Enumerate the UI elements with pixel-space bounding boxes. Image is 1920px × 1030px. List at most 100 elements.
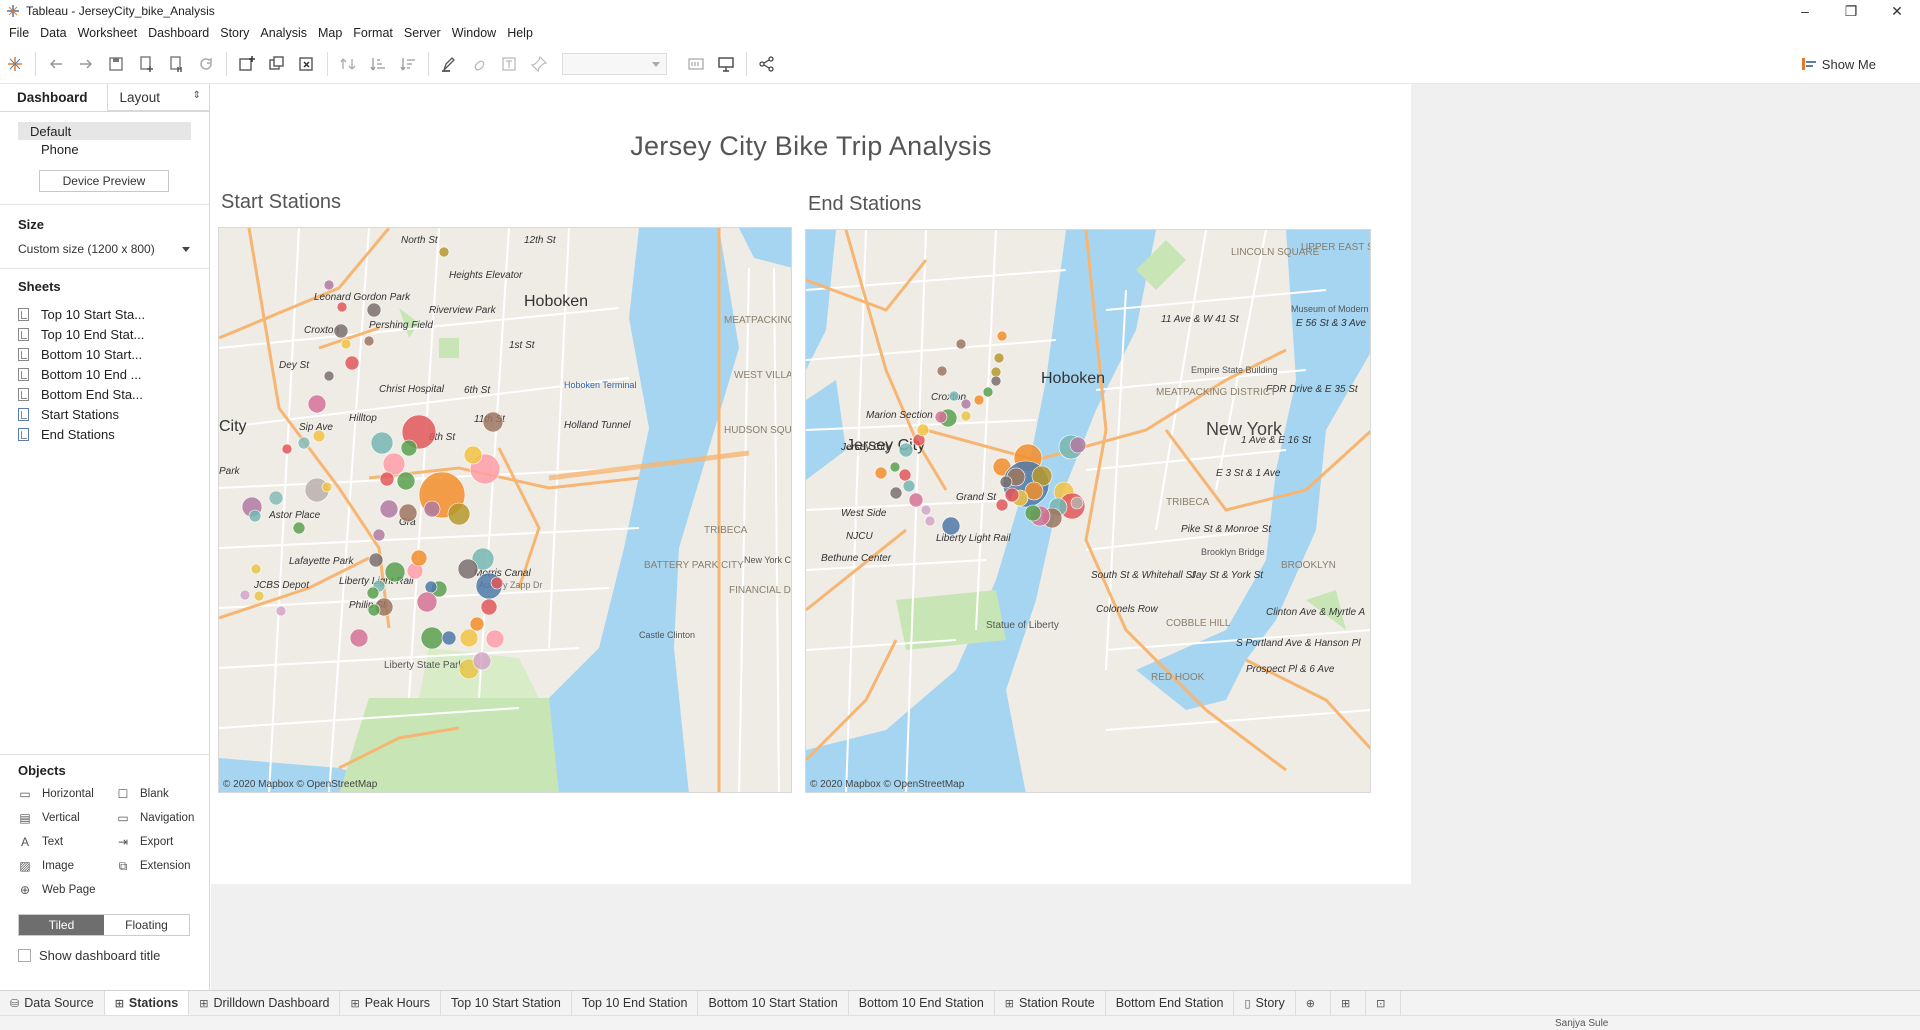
floating-button[interactable]: Floating	[104, 915, 189, 935]
station-bubble[interactable]	[340, 338, 352, 350]
station-bubble[interactable]	[920, 504, 932, 516]
station-bubble[interactable]	[379, 471, 395, 487]
station-bubble[interactable]	[898, 442, 914, 458]
station-bubble[interactable]	[253, 590, 265, 602]
station-bubble[interactable]	[472, 651, 492, 671]
station-bubble[interactable]	[973, 394, 985, 406]
presentation-icon[interactable]	[711, 49, 741, 79]
status-user[interactable]: Sanjya Sule	[1555, 1018, 1608, 1029]
menu-map[interactable]: Map	[313, 26, 348, 40]
save-icon[interactable]	[101, 49, 131, 79]
sheet-item[interactable]: End Stations	[18, 424, 209, 444]
station-bubble[interactable]	[344, 355, 360, 371]
sort-desc-icon[interactable]	[393, 49, 423, 79]
tab-top-10-start-station[interactable]: Top 10 Start Station	[441, 990, 572, 1016]
station-bubble[interactable]	[447, 502, 471, 526]
object-vertical[interactable]: ▤ Vertical	[18, 808, 116, 828]
station-bubble[interactable]	[239, 589, 251, 601]
station-bubble[interactable]	[457, 558, 479, 580]
station-bubble[interactable]	[366, 586, 380, 600]
duplicate-icon[interactable]	[262, 49, 292, 79]
station-bubble[interactable]	[463, 445, 483, 465]
station-bubble[interactable]	[333, 323, 349, 339]
pause-updates-icon[interactable]	[161, 49, 191, 79]
show-dashboard-title-option[interactable]: Show dashboard title	[18, 948, 210, 963]
tab-stations[interactable]: ⊞ Stations	[104, 990, 190, 1016]
object-image[interactable]: ▨ Image	[18, 856, 116, 876]
menu-dashboard[interactable]: Dashboard	[143, 26, 215, 40]
object-blank[interactable]: ☐ Blank	[116, 784, 214, 804]
redo-icon[interactable]	[71, 49, 101, 79]
station-bubble[interactable]	[1069, 436, 1087, 454]
sort-asc-icon[interactable]	[363, 49, 393, 79]
station-bubble[interactable]	[996, 330, 1008, 342]
group-icon[interactable]	[464, 49, 494, 79]
station-bubble[interactable]	[469, 616, 485, 632]
station-bubble[interactable]	[382, 452, 406, 476]
tab-layout[interactable]: Layout	[107, 84, 209, 111]
station-bubble[interactable]	[400, 439, 418, 457]
new-dashboard-button[interactable]: ⊞	[1331, 990, 1367, 1016]
show-me-button[interactable]: Show Me	[1801, 44, 1876, 84]
device-preview-button[interactable]: Device Preview	[39, 170, 169, 192]
station-bubble[interactable]	[384, 561, 406, 583]
swap-icon[interactable]	[333, 49, 363, 79]
station-bubble[interactable]	[990, 375, 1002, 387]
station-bubble[interactable]	[416, 591, 438, 613]
tiled-button[interactable]: Tiled	[19, 915, 104, 935]
station-bubble[interactable]	[410, 549, 428, 567]
station-bubble[interactable]	[323, 279, 335, 291]
menu-format[interactable]: Format	[348, 26, 399, 40]
device-phone[interactable]: Phone	[18, 140, 191, 158]
station-bubble[interactable]	[993, 352, 1005, 364]
tab-top-10-end-station[interactable]: Top 10 End Station	[572, 990, 699, 1016]
pin-icon[interactable]	[524, 49, 554, 79]
tab-data-source[interactable]: ⛁ Data Source	[0, 990, 105, 1016]
station-bubble[interactable]	[990, 366, 1002, 378]
refresh-icon[interactable]	[191, 49, 221, 79]
station-bubble[interactable]	[349, 628, 369, 648]
station-bubble[interactable]	[370, 431, 394, 455]
tab-peak-hours[interactable]: ⊞ Peak Hours	[340, 990, 442, 1016]
station-bubble[interactable]	[321, 481, 333, 493]
sheet-item[interactable]: Top 10 End Stat...	[18, 324, 209, 344]
station-bubble[interactable]	[398, 503, 418, 523]
station-bubble[interactable]	[485, 629, 505, 649]
station-bubble[interactable]	[1004, 487, 1020, 503]
end-stations-map[interactable]: LINCOLN SQUAREUPPER EAST SIDE11 Ave & W …	[805, 229, 1371, 793]
station-bubble[interactable]	[916, 423, 930, 437]
highlight-icon[interactable]	[434, 49, 464, 79]
menu-worksheet[interactable]: Worksheet	[73, 26, 144, 40]
station-bubble[interactable]	[379, 499, 399, 519]
object-web-page[interactable]: ⊕ Web Page	[18, 880, 116, 900]
station-bubble[interactable]	[250, 563, 262, 575]
station-bubble[interactable]	[960, 398, 972, 410]
size-select[interactable]: Custom size (1200 x 800)	[18, 242, 192, 256]
station-bubble[interactable]	[898, 468, 912, 482]
object-horizontal[interactable]: ▭ Horizontal	[18, 784, 116, 804]
station-bubble[interactable]	[248, 509, 262, 523]
share-icon[interactable]	[752, 49, 782, 79]
station-bubble[interactable]	[307, 394, 327, 414]
minimize-button[interactable]: –	[1782, 0, 1828, 22]
station-bubble[interactable]	[372, 528, 386, 542]
new-story-button[interactable]: ⊡	[1366, 990, 1402, 1016]
new-sheet-icon[interactable]	[232, 49, 262, 79]
station-bubble[interactable]	[941, 516, 961, 536]
sheet-item[interactable]: Bottom End Sta...	[18, 384, 209, 404]
station-bubble[interactable]	[490, 576, 504, 590]
sheet-item[interactable]: Bottom 10 End ...	[18, 364, 209, 384]
tab-dashboard[interactable]: Dashboard	[0, 84, 108, 111]
station-bubble[interactable]	[995, 498, 1009, 512]
sheet-item[interactable]: Top 10 Start Sta...	[18, 304, 209, 324]
station-bubble[interactable]	[459, 628, 479, 648]
clear-icon[interactable]	[292, 49, 322, 79]
station-bubble[interactable]	[934, 410, 948, 424]
station-bubble[interactable]	[948, 390, 960, 402]
tab-drilldown-dashboard[interactable]: ⊞ Drilldown Dashboard	[189, 990, 341, 1016]
object-extension[interactable]: ⧉ Extension	[116, 856, 214, 876]
sheet-item[interactable]: Start Stations	[18, 404, 209, 424]
station-bubble[interactable]	[363, 335, 375, 347]
show-title-checkbox[interactable]	[18, 949, 31, 962]
object-navigation[interactable]: ▭ Navigation	[116, 808, 214, 828]
